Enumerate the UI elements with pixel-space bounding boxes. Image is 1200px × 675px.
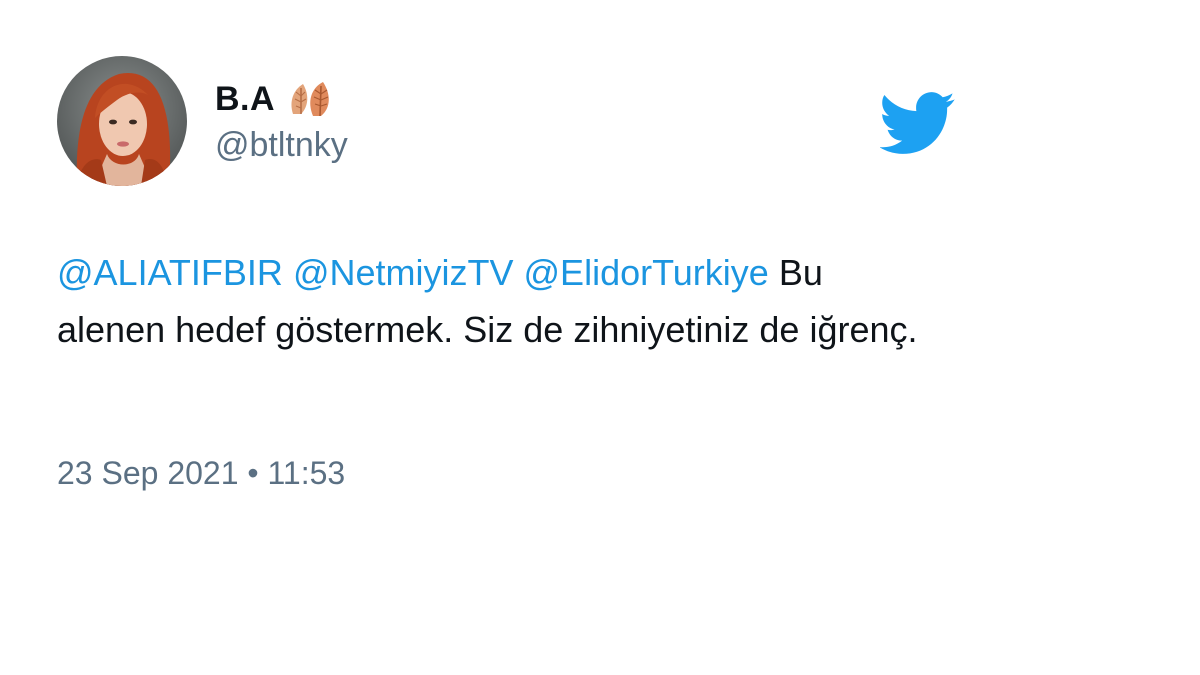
- mention-link[interactable]: @ALIATIFBIR: [57, 252, 283, 293]
- tweet-body: alenen hedef göstermek. Siz de zihniyeti…: [57, 309, 918, 350]
- avatar[interactable]: [57, 56, 187, 186]
- twitter-bird-icon[interactable]: [879, 92, 956, 154]
- user-handle[interactable]: @btltnky: [215, 126, 348, 165]
- mention-link[interactable]: @NetmiyizTV: [293, 252, 514, 293]
- tweet-card: B.A @btltnky @ALIATIFBIR @NetmiyizTV @El…: [0, 0, 1200, 675]
- display-name-row: B.A: [215, 78, 335, 120]
- tweet-text: @ALIATIFBIR @NetmiyizTV @ElidorTurkiye B…: [57, 244, 1057, 358]
- display-name[interactable]: B.A: [215, 80, 275, 119]
- mention-link[interactable]: @ElidorTurkiye: [524, 252, 769, 293]
- tweet-body-start: Bu: [778, 252, 823, 293]
- avatar-photo: [57, 56, 187, 186]
- tweet-timestamp[interactable]: 23 Sep 2021 • 11:53: [57, 455, 345, 492]
- leaves-icon: [287, 80, 335, 118]
